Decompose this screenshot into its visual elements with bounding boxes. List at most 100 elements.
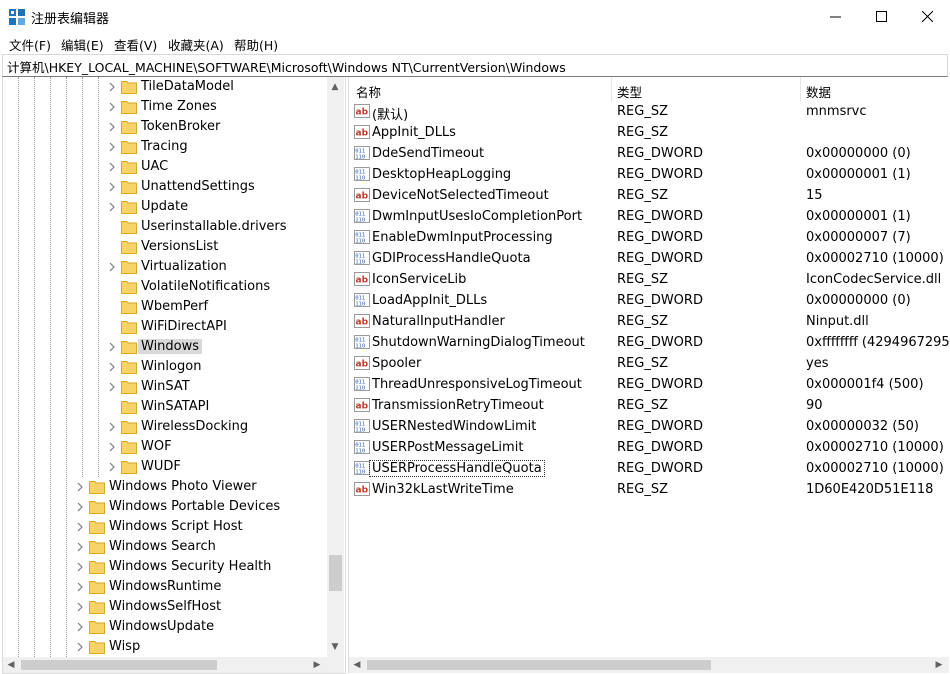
- tree-item[interactable]: WiFiDirectAPI: [3, 317, 327, 337]
- tree-item[interactable]: Windows Portable Devices: [3, 497, 327, 517]
- value-row[interactable]: ab TransmissionRetryTimeout REG_SZ 90: [349, 395, 939, 416]
- values-horizontal-scrollbar[interactable]: ◀ ▶: [349, 657, 949, 673]
- maximize-button[interactable]: [858, 0, 904, 32]
- tree-horizontal-scrollbar[interactable]: ◀ ▶: [3, 657, 344, 673]
- value-row[interactable]: 011 110 DwmInputUsesIoCompletionPort REG_DW…: [349, 206, 939, 227]
- tree-item[interactable]: WirelessDocking: [3, 417, 327, 437]
- tree-item[interactable]: WinSAT: [3, 377, 327, 397]
- scroll-up-arrow-icon[interactable]: ▲: [327, 79, 343, 95]
- tree-item[interactable]: TokenBroker: [3, 117, 327, 137]
- chevron-right-icon[interactable]: [75, 501, 85, 513]
- value-row[interactable]: ab NaturalInputHandler REG_SZ Ninput.dll: [349, 311, 939, 332]
- minimize-button[interactable]: [812, 0, 858, 32]
- tree-item[interactable]: Winlogon: [3, 357, 327, 377]
- scroll-right-arrow-icon[interactable]: ▶: [309, 657, 325, 673]
- column-separator[interactable]: [611, 77, 612, 101]
- chevron-right-icon[interactable]: [75, 581, 85, 593]
- chevron-right-icon[interactable]: [107, 461, 117, 473]
- value-row[interactable]: 011 110 DdeSendTimeout REG_DWORD 0x00000000 …: [349, 143, 939, 164]
- value-row[interactable]: 011 110 LoadAppInit_DLLs REG_DWORD 0x0000000…: [349, 290, 939, 311]
- value-row[interactable]: ab AppInit_DLLs REG_SZ: [349, 122, 939, 143]
- chevron-right-icon[interactable]: [107, 261, 117, 273]
- tree-item[interactable]: UnattendSettings: [3, 177, 327, 197]
- chevron-right-icon[interactable]: [107, 121, 117, 133]
- tree-item[interactable]: Time Zones: [3, 97, 327, 117]
- chevron-right-icon[interactable]: [75, 481, 85, 493]
- tree-item[interactable]: Windows Security Health: [3, 557, 327, 577]
- tree-item[interactable]: Windows Photo Viewer: [3, 477, 327, 497]
- chevron-right-icon[interactable]: [75, 521, 85, 533]
- chevron-right-icon[interactable]: [75, 561, 85, 573]
- chevron-right-icon[interactable]: [75, 601, 85, 613]
- value-row[interactable]: ab Win32kLastWriteTime REG_SZ 1D60E420D51E1…: [349, 479, 939, 500]
- tree-item[interactable]: WindowsSelfHost: [3, 597, 327, 617]
- value-row[interactable]: 011 110 DesktopHeapLogging REG_DWORD 0x00000…: [349, 164, 939, 185]
- tree-item[interactable]: WUDF: [3, 457, 327, 477]
- value-row[interactable]: 011 110 ShutdownWarningDialogTimeout REG_DW…: [349, 332, 950, 353]
- menu-view[interactable]: 查看(V): [114, 35, 157, 54]
- chevron-right-icon[interactable]: [107, 201, 117, 213]
- tree-item[interactable]: UAC: [3, 157, 327, 177]
- values-pane[interactable]: 名称 类型 数据 ab (默认) REG_SZ mnmsrvc ab AppInit_DL…: [348, 77, 950, 673]
- key-tree-pane[interactable]: TileDataModel Time Zones TokenBroker Tracin…: [2, 77, 346, 674]
- tree-horizontal-scroll-thumb[interactable]: [21, 660, 217, 670]
- column-name-header[interactable]: 名称: [356, 82, 381, 101]
- chevron-right-icon[interactable]: [107, 161, 117, 173]
- column-separator[interactable]: [800, 77, 801, 101]
- tree-item[interactable]: WindowsUpdate: [3, 617, 327, 637]
- menu-help[interactable]: 帮助(H): [234, 35, 278, 54]
- column-data-header[interactable]: 数据: [806, 82, 831, 101]
- address-path[interactable]: 计算机\HKEY_LOCAL_MACHINE\SOFTWARE\Microsof…: [7, 57, 566, 76]
- chevron-right-icon[interactable]: [107, 141, 117, 153]
- value-row[interactable]: ab DeviceNotSelectedTimeout REG_SZ 15: [349, 185, 939, 206]
- chevron-right-icon[interactable]: [107, 421, 117, 433]
- value-row[interactable]: ab IconServiceLib REG_SZ IconCodecService.d…: [349, 269, 941, 290]
- tree-item[interactable]: WindowsRuntime: [3, 577, 327, 597]
- tree-item[interactable]: Windows: [3, 337, 327, 357]
- value-row[interactable]: 011 110 GDIProcessHandleQuota REG_DWORD 0x00…: [349, 248, 944, 269]
- tree-item[interactable]: Userinstallable.drivers: [3, 217, 327, 237]
- menu-favorites[interactable]: 收藏夹(A): [168, 35, 224, 54]
- value-row[interactable]: 011 110 EnableDwmInputProcessing REG_DWORD 0…: [349, 227, 939, 248]
- chevron-right-icon[interactable]: [107, 361, 117, 373]
- scroll-left-arrow-icon[interactable]: ◀: [3, 657, 19, 673]
- scroll-down-arrow-icon[interactable]: ▼: [327, 639, 343, 655]
- value-row[interactable]: ab Spooler REG_SZ yes: [349, 353, 939, 374]
- address-bar[interactable]: 计算机\HKEY_LOCAL_MACHINE\SOFTWARE\Microsof…: [2, 54, 948, 77]
- chevron-right-icon[interactable]: [107, 101, 117, 113]
- chevron-right-icon[interactable]: [107, 81, 117, 93]
- value-row[interactable]: 011 110 USERProcessHandleQuota REG_DWORD 0x0…: [349, 458, 944, 479]
- tree-item[interactable]: Update: [3, 197, 327, 217]
- value-row[interactable]: 011 110 ThreadUnresponsiveLogTimeout REG_DW…: [349, 374, 939, 395]
- tree-item[interactable]: VolatileNotifications: [3, 277, 327, 297]
- chevron-right-icon[interactable]: [75, 621, 85, 633]
- chevron-right-icon[interactable]: [107, 181, 117, 193]
- scroll-right-arrow-icon[interactable]: ▶: [931, 657, 947, 673]
- chevron-right-icon[interactable]: [107, 381, 117, 393]
- scroll-left-arrow-icon[interactable]: ◀: [349, 657, 365, 673]
- tree-item[interactable]: Windows Search: [3, 537, 327, 557]
- value-row[interactable]: 011 110 USERPostMessageLimit REG_DWORD 0x000…: [349, 437, 944, 458]
- tree-vertical-scrollbar[interactable]: ▲ ▼: [327, 77, 344, 657]
- chevron-right-icon[interactable]: [107, 441, 117, 453]
- chevron-right-icon[interactable]: [75, 541, 85, 553]
- tree-item[interactable]: Windows Script Host: [3, 517, 327, 537]
- chevron-right-icon[interactable]: [75, 641, 85, 653]
- tree-item[interactable]: Wisp: [3, 637, 327, 657]
- tree-item[interactable]: VersionsList: [3, 237, 327, 257]
- tree-item[interactable]: WOF: [3, 437, 327, 457]
- tree-item[interactable]: WbemPerf: [3, 297, 327, 317]
- tree-item[interactable]: Tracing: [3, 137, 327, 157]
- close-button[interactable]: [904, 0, 950, 32]
- values-horizontal-scroll-thumb[interactable]: [367, 660, 711, 670]
- tree-item[interactable]: WinSATAPI: [3, 397, 327, 417]
- chevron-right-icon[interactable]: [107, 341, 117, 353]
- tree-item[interactable]: Virtualization: [3, 257, 327, 277]
- menu-edit[interactable]: 编辑(E): [61, 35, 104, 54]
- tree-vertical-scroll-thumb[interactable]: [329, 555, 342, 591]
- value-row[interactable]: 011 110 USERNestedWindowLimit REG_DWORD 0x00…: [349, 416, 939, 437]
- menu-file[interactable]: 文件(F): [9, 35, 51, 54]
- column-type-header[interactable]: 类型: [617, 82, 642, 101]
- value-row[interactable]: ab (默认) REG_SZ mnmsrvc: [349, 101, 939, 123]
- tree-item[interactable]: TileDataModel: [3, 77, 327, 97]
